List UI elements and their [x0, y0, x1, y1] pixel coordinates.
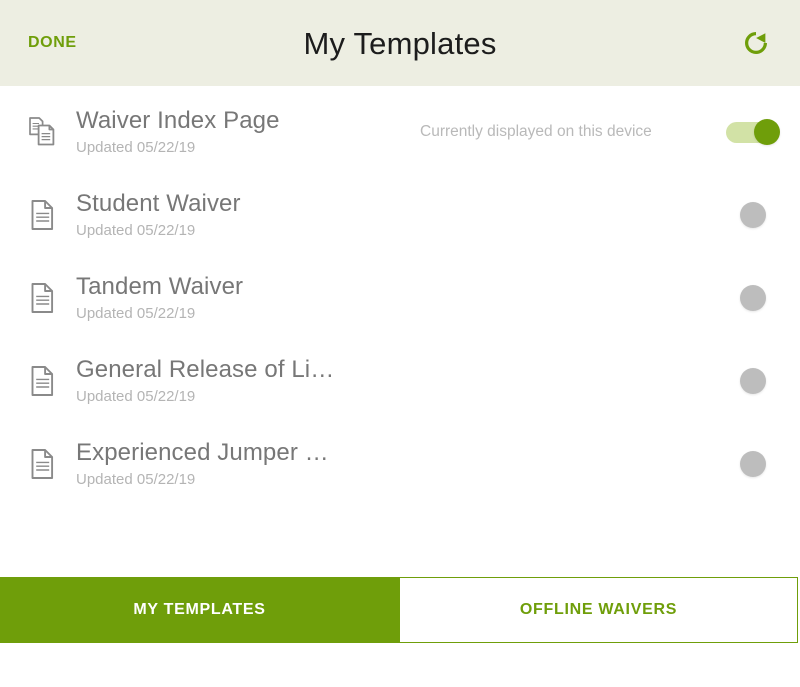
- list-item-title: General Release of Li…: [76, 356, 335, 383]
- document-icon: [20, 275, 66, 321]
- refresh-button[interactable]: [734, 21, 778, 65]
- display-toggle[interactable]: [726, 284, 784, 311]
- list-item-title: Waiver Index Page: [76, 107, 280, 134]
- document-icon: [20, 441, 66, 487]
- display-toggle[interactable]: [726, 201, 784, 228]
- list-item-subtitle: Updated 05/22/19: [76, 139, 196, 156]
- list-item-text: Waiver Index Page Updated 05/22/19: [76, 108, 406, 156]
- list-item-title: Experienced Jumper …: [76, 439, 329, 466]
- list-item-subtitle: Updated 05/22/19: [76, 388, 196, 405]
- display-toggle[interactable]: [726, 118, 784, 145]
- list-item-text: Tandem Waiver Updated 05/22/19: [76, 274, 406, 322]
- toggle-thumb: [740, 201, 766, 228]
- toggle-thumb: [740, 450, 766, 477]
- toggle-thumb: [740, 367, 766, 394]
- list-item-status: Currently displayed on this device: [420, 122, 652, 140]
- tab-my-templates-label: MY TEMPLATES: [133, 601, 266, 618]
- list-item-subtitle: Updated 05/22/19: [76, 471, 196, 488]
- refresh-icon: [741, 28, 771, 58]
- documents-copy-icon: [20, 109, 66, 155]
- done-button[interactable]: DONE: [26, 28, 79, 58]
- list-item[interactable]: Waiver Index Page Updated 05/22/19 Curre…: [0, 90, 800, 173]
- list-item-text: General Release of Li… Updated 05/22/19: [76, 357, 406, 405]
- templates-list: Waiver Index Page Updated 05/22/19 Curre…: [0, 86, 800, 577]
- tab-offline-waivers[interactable]: OFFLINE WAIVERS: [399, 577, 798, 643]
- list-item-title: Student Waiver: [76, 190, 241, 217]
- document-icon: [20, 192, 66, 238]
- list-item-text: Experienced Jumper … Updated 05/22/19: [76, 440, 406, 488]
- tab-my-templates[interactable]: MY TEMPLATES: [0, 577, 399, 643]
- list-item-title: Tandem Waiver: [76, 273, 244, 300]
- list-item-text: Student Waiver Updated 05/22/19: [76, 191, 406, 239]
- tab-offline-waivers-label: OFFLINE WAIVERS: [519, 601, 678, 618]
- list-item[interactable]: Experienced Jumper … Updated 05/22/19: [0, 422, 800, 505]
- display-toggle[interactable]: [726, 367, 784, 394]
- document-icon: [20, 358, 66, 404]
- toggle-thumb: [754, 118, 780, 145]
- bottom-tab-bar: MY TEMPLATES OFFLINE WAIVERS: [0, 577, 798, 643]
- list-item[interactable]: General Release of Li… Updated 05/22/19: [0, 339, 800, 422]
- app-header: DONE My Templates: [0, 0, 800, 86]
- app-screen: DONE My Templates Waiver Index Page Upda…: [0, 0, 800, 687]
- list-item-subtitle: Updated 05/22/19: [76, 222, 196, 239]
- toggle-thumb: [740, 284, 766, 311]
- list-item[interactable]: Student Waiver Updated 05/22/19: [0, 173, 800, 256]
- display-toggle[interactable]: [726, 450, 784, 477]
- list-item[interactable]: Tandem Waiver Updated 05/22/19: [0, 256, 800, 339]
- page-title: My Templates: [303, 25, 497, 61]
- list-item-subtitle: Updated 05/22/19: [76, 305, 196, 322]
